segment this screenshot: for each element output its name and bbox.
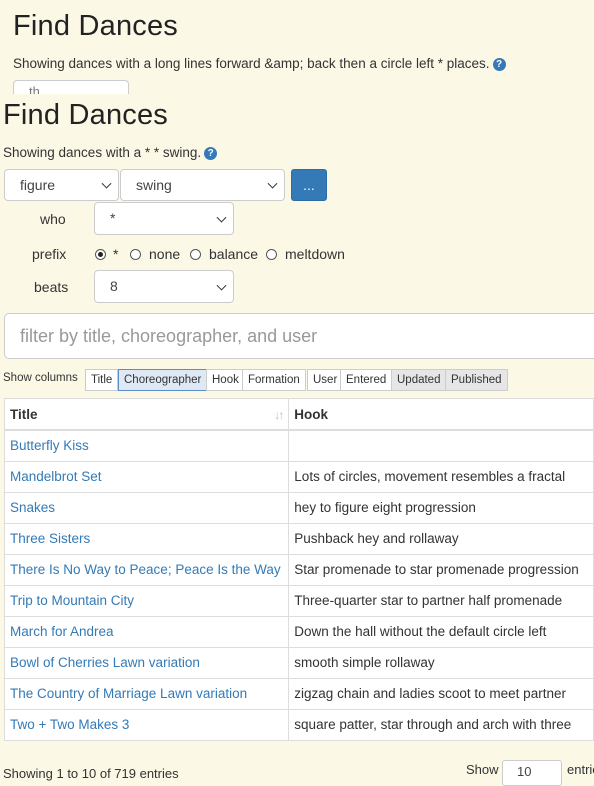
dance-hook: smooth simple rollaway — [288, 646, 594, 679]
table-row: The Country of Marriage Lawn variation zi… — [3, 677, 594, 710]
show-columns-label: Show columns — [3, 372, 78, 384]
table-info: Showing 1 to 10 of 719 entries — [3, 766, 179, 781]
ghost-subtitle-text: Showing dances with a long lines forward… — [13, 56, 490, 71]
dance-title-link[interactable]: Bowl of Cherries Lawn variation — [10, 655, 200, 670]
column-toggle-hook[interactable]: Hook — [206, 369, 245, 391]
column-toggle-published[interactable]: Published — [445, 369, 508, 391]
who-label: who — [40, 211, 66, 227]
table-row: Snakes hey to figure eight progression — [3, 491, 594, 524]
prefix-option-balance: balance — [209, 246, 259, 262]
sort-icon: ↓↑ — [274, 408, 284, 422]
dance-hook: Three-quarter star to partner half prome… — [288, 584, 594, 617]
who-select[interactable]: * — [94, 202, 234, 235]
figure-select[interactable]: swing — [120, 169, 285, 201]
table-row: Bowl of Cherries Lawn variation smooth si… — [3, 646, 594, 679]
filter-placeholder: filter by title, choreographer, and user — [20, 326, 318, 346]
dance-title-link[interactable]: Snakes — [10, 500, 55, 515]
chevron-down-icon — [216, 212, 227, 223]
prefix-radio-none[interactable] — [130, 249, 141, 260]
help-icon[interactable]: ? — [204, 147, 218, 160]
beats-label: beats — [34, 279, 69, 295]
column-toggle-updated[interactable]: Updated — [391, 369, 447, 391]
column-toggle-entered[interactable]: Entered — [340, 369, 393, 391]
dance-title-link[interactable]: March for Andrea — [10, 624, 114, 639]
prefix-radio-meltdown[interactable] — [266, 249, 277, 260]
dances-table: Title ↓↑ Hook↓ Butterfly Kiss Mandelbrot … — [3, 398, 594, 741]
help-icon[interactable]: ? — [492, 58, 506, 71]
search-type-select[interactable]: figure — [4, 169, 119, 201]
column-toggle-user[interactable]: User — [307, 369, 344, 391]
column-header-hook[interactable]: Hook↓ — [288, 398, 594, 431]
prefix-option-any: * — [113, 246, 119, 262]
entries-label: entries — [567, 762, 594, 777]
table-row: Two + Two Makes 3 square patter, star thr… — [3, 708, 594, 741]
dance-hook: Star promenade to star promenade progres… — [288, 553, 594, 586]
page-subtitle-text: Showing dances with a * * swing. — [3, 145, 202, 160]
more-options-button[interactable]: ... — [291, 169, 327, 201]
table-row: There Is No Way to Peace; Peace Is the W… — [3, 553, 594, 586]
beats-select-value: 8 — [110, 278, 118, 294]
table-row: Trip to Mountain City Three-quarter star … — [3, 584, 594, 617]
column-header-hook-label: Hook — [294, 406, 329, 422]
dance-title-link[interactable]: Two + Two Makes 3 — [10, 717, 129, 732]
chevron-down-icon — [267, 178, 278, 189]
ghost-select: th — [13, 80, 129, 94]
page-size-label: Show — [466, 762, 499, 777]
page-title: Find Dances — [3, 99, 168, 131]
who-select-value: * — [110, 210, 116, 226]
dance-hook: zigzag chain and ladies scoot to meet pa… — [288, 677, 594, 710]
column-toggle-formation[interactable]: Formation — [242, 369, 306, 391]
dance-hook: Lots of circles, movement resembles a fr… — [288, 460, 594, 493]
chevron-down-icon — [216, 280, 227, 291]
table-row: March for Andrea Down the hall without th… — [3, 615, 594, 648]
prefix-radio-balance[interactable] — [190, 249, 201, 260]
ghost-page-title: Find Dances — [13, 10, 178, 42]
column-toggle-choreographer[interactable]: Choreographer — [118, 369, 208, 391]
dance-title-link[interactable]: Mandelbrot Set — [10, 469, 102, 484]
beats-select[interactable]: 8 — [94, 270, 234, 303]
table-row: Three Sisters Pushback hey and rollaway — [3, 522, 594, 555]
column-header-title[interactable]: Title ↓↑ — [3, 398, 290, 431]
chevron-down-icon — [101, 178, 112, 189]
dance-hook: hey to figure eight progression — [288, 491, 594, 524]
page-subtitle: Showing dances with a * * swing.? — [3, 145, 218, 160]
dance-hook — [288, 429, 594, 462]
prefix-option-meltdown: meltdown — [285, 246, 345, 262]
search-type-value: figure — [20, 177, 56, 193]
dance-title-link[interactable]: The Country of Marriage Lawn variation — [10, 686, 247, 701]
ghost-subtitle: Showing dances with a long lines forward… — [13, 56, 506, 71]
dance-title-link[interactable]: There Is No Way to Peace; Peace Is the W… — [10, 562, 281, 577]
dance-hook: Pushback hey and rollaway — [288, 522, 594, 555]
dance-hook: square patter, star through and arch wit… — [288, 708, 594, 741]
figure-select-value: swing — [136, 177, 172, 193]
prefix-radio-any[interactable] — [95, 249, 106, 260]
ghost-select-text: th — [29, 84, 40, 94]
dance-hook: Down the hall without the default circle… — [288, 615, 594, 648]
dance-title-link[interactable]: Butterfly Kiss — [10, 438, 89, 453]
table-row: Butterfly Kiss — [3, 429, 594, 462]
prefix-label: prefix — [32, 246, 67, 262]
table-row: Mandelbrot Set Lots of circles, movement … — [3, 460, 594, 493]
table-body: Butterfly Kiss Mandelbrot Set Lots of cir… — [3, 429, 594, 741]
prefix-option-none: none — [149, 246, 181, 262]
page-size-select[interactable]: 10 — [502, 760, 562, 786]
column-header-title-label: Title — [10, 406, 38, 422]
filter-input[interactable]: filter by title, choreographer, and user — [4, 313, 594, 359]
column-toggle-title[interactable]: Title — [85, 369, 119, 391]
table-header-row: Title ↓↑ Hook↓ — [3, 398, 594, 431]
dance-title-link[interactable]: Three Sisters — [10, 531, 90, 546]
dance-title-link[interactable]: Trip to Mountain City — [10, 593, 134, 608]
